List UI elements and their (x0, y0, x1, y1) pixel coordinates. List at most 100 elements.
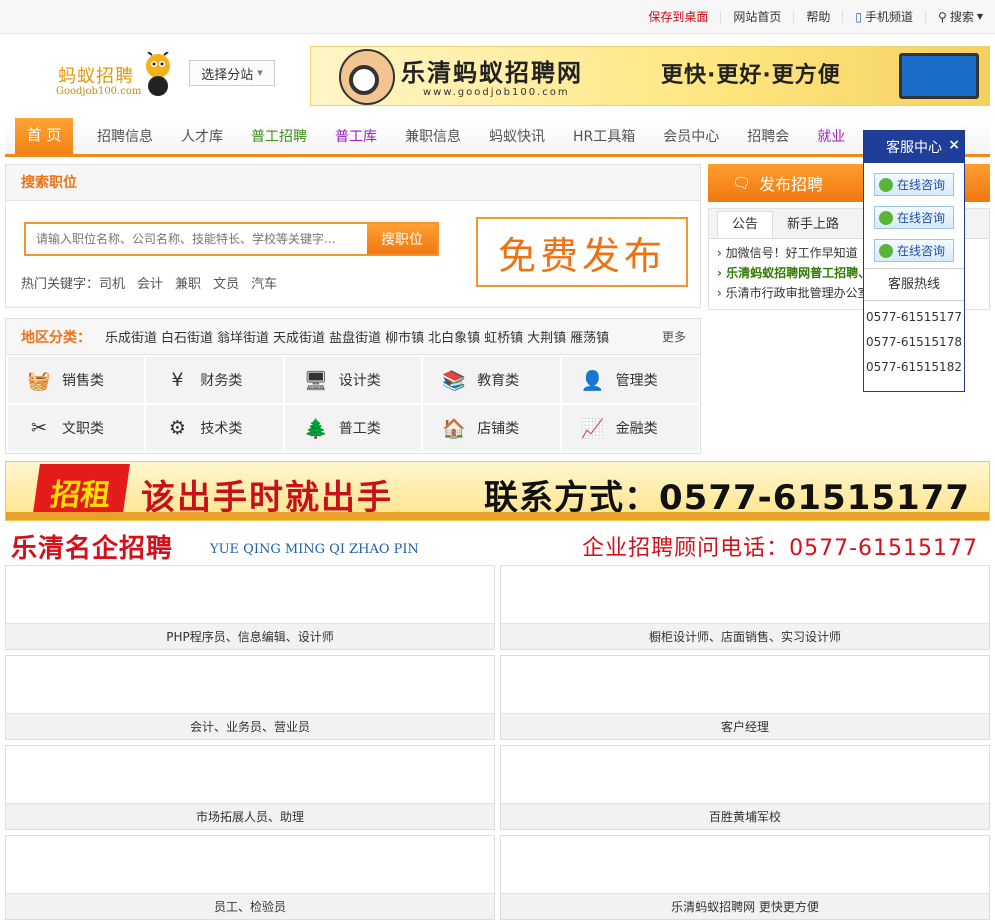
category-item[interactable]: ⚙ 技术类 (146, 405, 283, 451)
consult-button[interactable]: 在线咨询 (874, 206, 954, 229)
logo-subtitle: Goodjob100.com (56, 86, 142, 97)
nav-item-7[interactable]: HR工具箱 (559, 120, 649, 154)
close-icon[interactable]: × (948, 137, 960, 153)
mobile-link-label: 手机频道 (865, 10, 914, 24)
area-title: 地区分类： (21, 329, 91, 346)
money-icon: ¥ (171, 369, 184, 391)
category-item[interactable]: 🌲 普工类 (284, 405, 422, 451)
job-card[interactable]: 百胜黄埔军校 (500, 745, 990, 830)
job-caption: 员工、检验员 (6, 893, 494, 919)
nav-item-9[interactable]: 招聘会 (733, 120, 803, 154)
banner-slogan: 更快·更好·更方便 (661, 63, 841, 88)
search-icon: ⚲ (938, 10, 947, 24)
district-link[interactable]: 北白象镇 (428, 327, 480, 346)
district-link[interactable]: 盐盘街道 (329, 327, 381, 346)
corp-phone: 企业招聘顾问电话：0577-61515177 (582, 536, 978, 561)
hot-keyword[interactable]: 兼职 (175, 273, 201, 292)
ad-stripe (6, 512, 989, 520)
nav-item-8[interactable]: 会员中心 (649, 120, 733, 154)
job-caption: 会计、业务员、营业员 (6, 713, 494, 739)
district-link[interactable]: 柳市镇 (385, 327, 424, 346)
job-card[interactable]: PHP程序员、信息编辑、设计师 (5, 565, 495, 650)
job-card[interactable]: 会计、业务员、营业员 (5, 655, 495, 740)
district-link[interactable]: 白石街道 (161, 327, 213, 346)
category-item[interactable]: 🧺 销售类 (8, 357, 145, 403)
free-publish-button[interactable]: 免费发布 (476, 217, 688, 287)
hotline-label: 客服热线 (864, 269, 964, 301)
category-item[interactable]: ¥ 财务类 (146, 357, 283, 403)
help-link[interactable]: 帮助 (794, 11, 844, 23)
chat-bubble-icon (879, 210, 893, 225)
nav-item-5[interactable]: 兼职信息 (391, 120, 475, 154)
district-link[interactable]: 天成街道 (273, 327, 325, 346)
hot-keyword[interactable]: 汽车 (251, 273, 277, 292)
nav-item-3[interactable]: 普工招聘 (237, 120, 321, 154)
book-icon: 📚 (442, 369, 467, 392)
district-link[interactable]: 翁垟街道 (217, 327, 269, 346)
category-label: 管理类 (615, 373, 658, 389)
district-link[interactable]: 乐成街道 (105, 327, 157, 346)
arrow-icon: › (717, 246, 726, 260)
search-job-button[interactable]: 搜职位 (367, 224, 437, 254)
category-label: 普工类 (338, 421, 381, 437)
chat-icon: 🗨 (732, 174, 752, 192)
top-links: 保存到桌面 网站首页 帮助 ▯ 手机频道 ⚲ 搜索 ▼ (636, 0, 987, 34)
area-more-link[interactable]: 更多 (662, 328, 686, 345)
category-item[interactable]: 📈 金融类 (561, 405, 698, 451)
customer-service-header: 客服中心 × (864, 131, 964, 163)
save-desktop-link[interactable]: 保存到桌面 (636, 11, 722, 23)
arrow-icon: › (717, 286, 726, 300)
category-item[interactable]: 🏠 店铺类 (423, 405, 560, 451)
hot-keywords: 热门关键字： 司机 会计 兼职 文员 汽车 (21, 273, 289, 292)
tab-beginner[interactable]: 新手上路 (773, 212, 853, 238)
corp-pinyin: YUE QING MING QI ZHAO PIN (210, 542, 419, 557)
job-card[interactable]: 市场拓展人员、助理 (5, 745, 495, 830)
nav-item-10[interactable]: 就业 (803, 120, 859, 154)
nav-item-4[interactable]: 普工库 (321, 120, 391, 154)
nav-item-0[interactable]: 首 页 (15, 118, 73, 154)
district-link[interactable]: 雁荡镇 (570, 327, 609, 346)
job-card[interactable]: 橱柜设计师、店面销售、实习设计师 (500, 565, 990, 650)
job-search-input[interactable] (26, 224, 367, 254)
site-logo[interactable]: 蚂蚁招聘 Goodjob100.com (50, 44, 175, 102)
gear-icon: ⚙ (168, 417, 186, 439)
job-card[interactable]: 客户经理 (500, 655, 990, 740)
house-icon: 🏠 (442, 417, 467, 440)
district-link[interactable]: 大荆镇 (527, 327, 566, 346)
consult-button[interactable]: 在线咨询 (874, 173, 954, 196)
nav-item-2[interactable]: 人才库 (167, 120, 237, 154)
chat-bubble-icon (879, 177, 893, 192)
hot-keyword[interactable]: 会计 (137, 273, 163, 292)
site-home-link[interactable]: 网站首页 (721, 11, 795, 23)
banner-title: 乐清蚂蚁招聘网 (401, 59, 583, 87)
category-item[interactable]: 👤 管理类 (561, 357, 698, 403)
job-caption: 市场拓展人员、助理 (6, 803, 494, 829)
category-item[interactable]: 📚 教育类 (423, 357, 560, 403)
consult-button[interactable]: 在线咨询 (874, 239, 954, 262)
district-link[interactable]: 虹桥镇 (484, 327, 523, 346)
job-caption: 百胜黄埔军校 (501, 803, 989, 829)
category-label: 教育类 (477, 373, 520, 389)
hot-keyword[interactable]: 司机 (99, 273, 125, 292)
header-banner[interactable]: 乐清蚂蚁招聘网 www.goodjob100.com 更快·更好·更方便 (310, 46, 990, 106)
hot-keyword[interactable]: 文员 (213, 273, 239, 292)
job-card[interactable]: 乐清蚂蚁招聘网 更快更方便 (500, 835, 990, 920)
person-icon: 👤 (580, 369, 605, 392)
search-panel: 搜索职位 搜职位 热门关键字： 司机会计兼职文员汽车 免费发布 (5, 164, 701, 308)
nav-item-1[interactable]: 招聘信息 (83, 120, 167, 154)
hotline-number: 0577-61515182 (866, 360, 962, 374)
rent-ad-banner[interactable]: 招租 该出手时就出手 联系方式：0577-61515177 (5, 461, 990, 521)
category-item[interactable]: ✂ 文职类 (8, 405, 145, 451)
branch-select[interactable]: 选择分站 ▼ (189, 60, 275, 86)
basket-icon: 🧺 (27, 369, 51, 392)
nav-item-6[interactable]: 蚂蚁快讯 (475, 120, 559, 154)
post-job-label: 发布招聘 (759, 175, 824, 194)
mobile-link[interactable]: ▯ 手机频道 (843, 10, 927, 24)
consult-buttons: 在线咨询 在线咨询 在线咨询 (864, 163, 964, 269)
ant-mascot-icon (146, 52, 170, 96)
search-link[interactable]: ⚲ 搜索 ▼ (926, 11, 987, 23)
tab-notice[interactable]: 公告 (717, 211, 774, 238)
category-item[interactable]: 🖥 设计类 (284, 357, 422, 403)
job-card[interactable]: 员工、检验员 (5, 835, 495, 920)
scissors-icon: ✂ (31, 417, 47, 439)
